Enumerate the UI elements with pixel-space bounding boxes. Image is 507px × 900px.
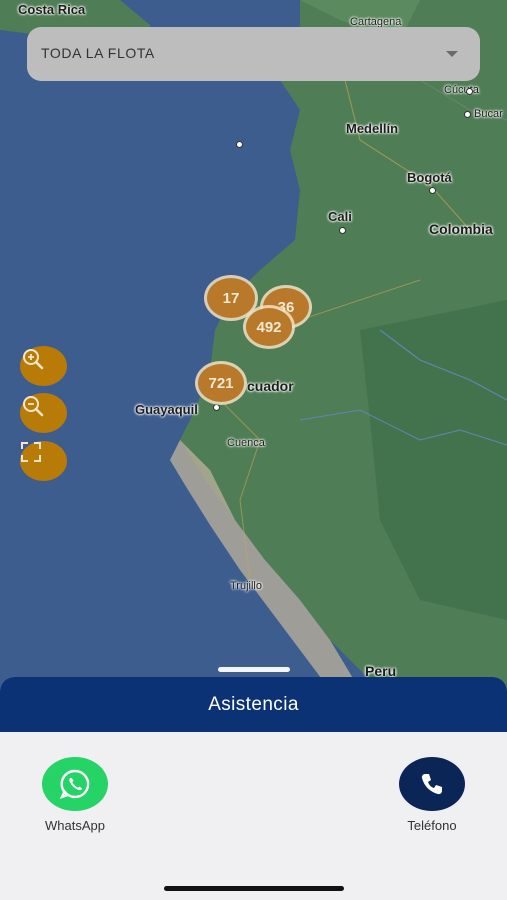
- map-view[interactable]: Costa Rica Cartagena Cúcuta Bucar Medell…: [0, 0, 507, 690]
- city-dot: [213, 404, 220, 411]
- zoom-in-button[interactable]: [20, 346, 67, 386]
- map-label-cucuta: Cúcuta: [444, 84, 479, 96]
- whatsapp-button[interactable]: WhatsApp: [30, 757, 120, 833]
- fullscreen-icon: [21, 442, 41, 462]
- city-dot: [339, 227, 346, 234]
- zoom-out-button[interactable]: [20, 393, 67, 433]
- city-dot: [466, 88, 473, 95]
- fleet-select[interactable]: TODA LA FLOTA: [27, 27, 480, 81]
- cluster-count: 492: [256, 318, 282, 336]
- fleet-select-value: TODA LA FLOTA: [41, 45, 155, 61]
- cluster-count: 17: [222, 289, 240, 307]
- cluster-count: 721: [208, 374, 234, 392]
- map-label-guayaquil: Guayaquil: [135, 402, 198, 417]
- zoom-out-icon: [23, 396, 44, 417]
- home-indicator: [164, 886, 344, 891]
- phone-label: Teléfono: [407, 818, 457, 833]
- phone-button[interactable]: Teléfono: [387, 757, 477, 833]
- city-dot: [236, 141, 243, 148]
- whatsapp-icon: [42, 757, 108, 811]
- vehicle-cluster[interactable]: 17: [207, 278, 255, 318]
- city-dot: [464, 111, 471, 118]
- chevron-down-icon: [446, 51, 458, 57]
- map-label-bucaramanga: Bucar: [474, 108, 503, 120]
- fit-bounds-button[interactable]: [20, 441, 67, 481]
- map-label-cuenca: Cuenca: [227, 437, 265, 449]
- map-label-trujillo: Trujillo: [230, 580, 262, 592]
- map-label-cali: Cali: [328, 209, 352, 224]
- map-label-medellin: Medellín: [346, 121, 399, 136]
- map-label-bogota: Bogotá: [407, 170, 452, 185]
- city-dot: [429, 187, 436, 194]
- zoom-in-icon: [23, 349, 44, 370]
- whatsapp-label: WhatsApp: [45, 818, 105, 833]
- sheet-drag-handle[interactable]: [218, 667, 290, 672]
- map-label-colombia: Colombia: [429, 221, 493, 237]
- map-label-costa-rica: Costa Rica: [18, 2, 86, 17]
- assistance-title: Asistencia: [208, 693, 299, 715]
- assistance-sheet: Asistencia WhatsApp Teléfono: [0, 677, 507, 900]
- assistance-header: Asistencia: [0, 677, 507, 732]
- vehicle-cluster[interactable]: 492: [246, 308, 292, 346]
- map-label-ecuador: cuador: [247, 378, 294, 394]
- phone-icon: [399, 757, 465, 811]
- vehicle-cluster[interactable]: 721: [198, 364, 244, 402]
